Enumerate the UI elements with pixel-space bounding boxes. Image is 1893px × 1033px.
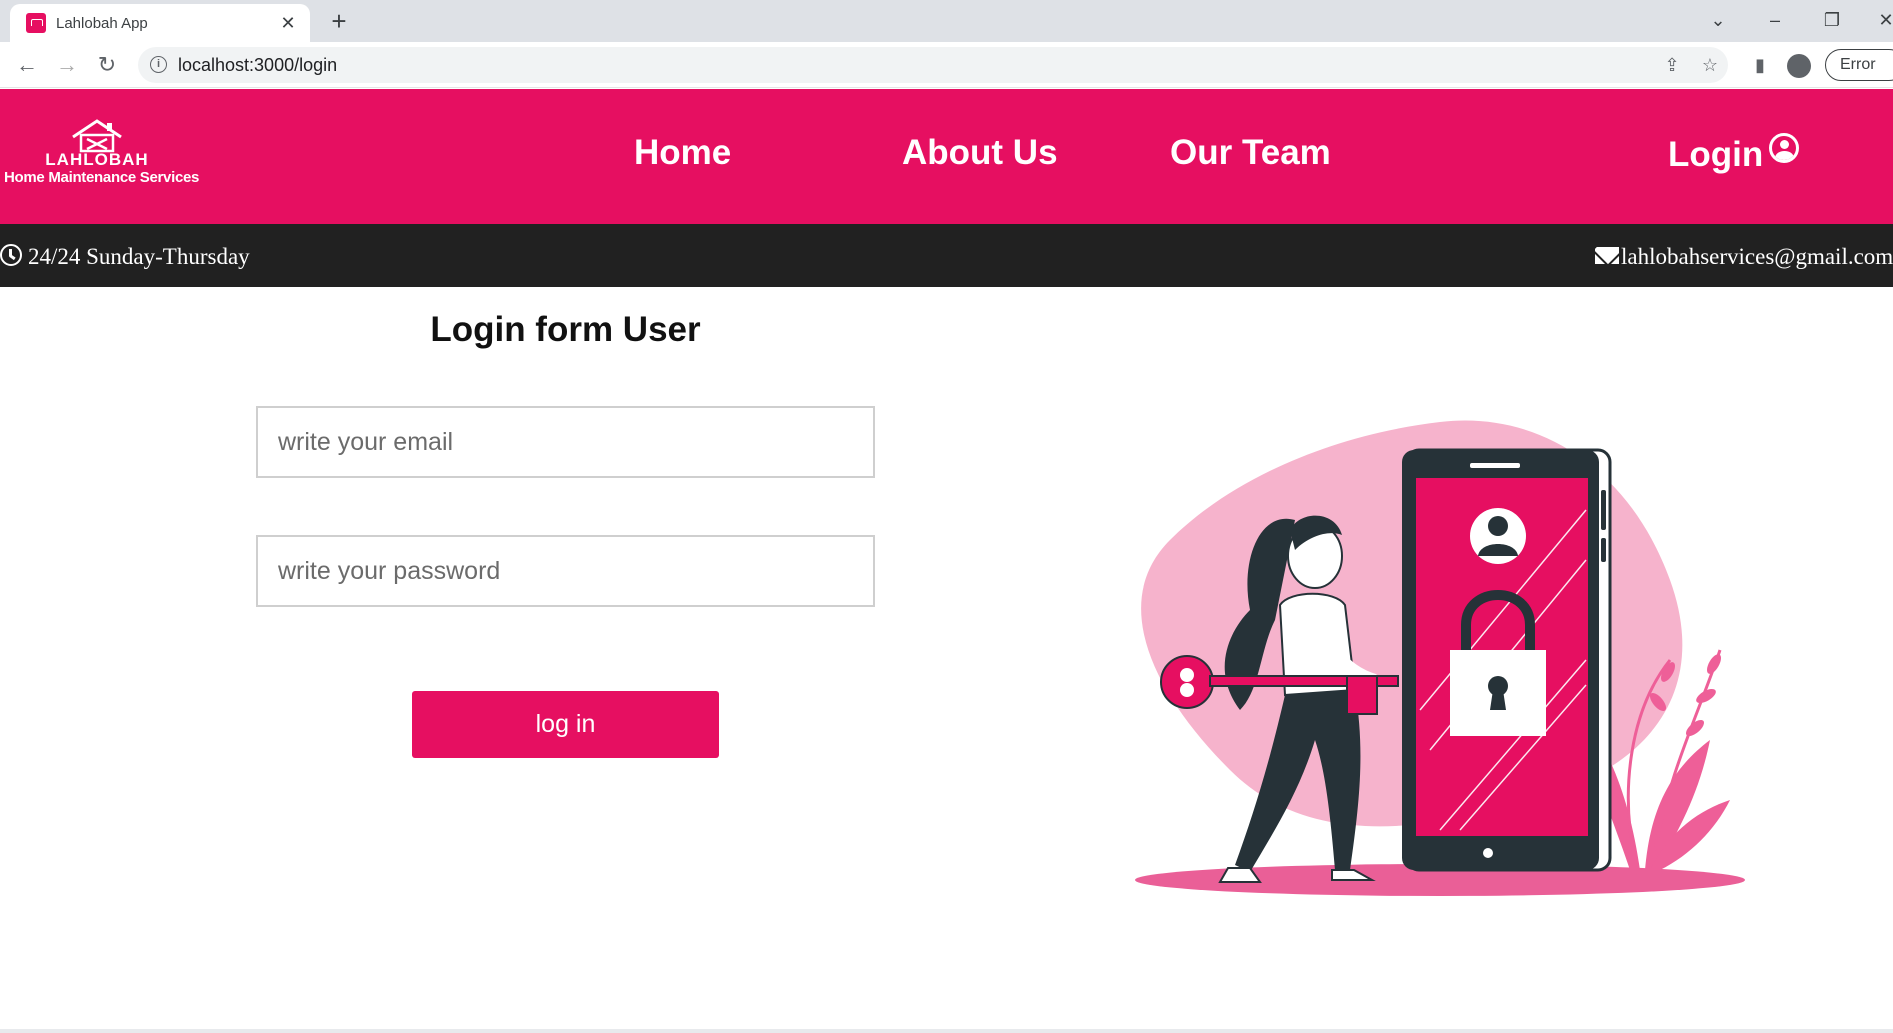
share-icon[interactable]: ⇪ [1660, 53, 1684, 77]
nav-link-about-us[interactable]: About Us [902, 133, 1058, 173]
browser-tab[interactable]: Lahlobah App ✕ [10, 4, 310, 42]
favicon-icon [26, 13, 46, 33]
back-icon[interactable]: ← [12, 50, 42, 80]
house-logo-icon [72, 119, 122, 153]
clock-icon [0, 244, 22, 266]
hours-text: 24/24 Sunday-Thursday [28, 244, 250, 269]
url-text[interactable]: localhost:3000/login [178, 55, 337, 76]
nav-link-home[interactable]: Home [634, 133, 731, 173]
bottom-strip [0, 1029, 1893, 1033]
close-icon[interactable]: ✕ [278, 13, 298, 34]
info-bar: 24/24 Sunday-Thursday lahlobahservices@g… [0, 224, 1893, 287]
nav-link-login[interactable]: Login [1668, 133, 1800, 175]
login-illustration [1135, 420, 1745, 896]
window-close-icon[interactable]: ✕ [1866, 5, 1893, 35]
browser-tabstrip: Lahlobah App ✕ + ⌄ – ❐ ✕ [0, 0, 1893, 42]
email-text: lahlobahservices@gmail.com [1621, 244, 1893, 269]
email-field[interactable] [256, 406, 875, 478]
envelope-icon [1595, 247, 1619, 264]
profile-icon[interactable] [1787, 54, 1811, 78]
logo-tagline: Home Maintenance Services [4, 169, 200, 186]
site-navbar: LAHLOBAH Home Maintenance Services Home … [0, 89, 1893, 224]
password-field[interactable] [256, 535, 875, 607]
nav-link-our-team[interactable]: Our Team [1170, 133, 1331, 173]
minimize-icon[interactable]: – [1755, 5, 1795, 35]
login-button[interactable]: log in [412, 691, 719, 758]
info-icon[interactable]: i [150, 56, 167, 73]
working-hours: 24/24 Sunday-Thursday [0, 244, 250, 270]
reload-icon[interactable]: ↻ [92, 50, 122, 80]
contact-email: lahlobahservices@gmail.com [1595, 244, 1893, 270]
side-panel-icon[interactable]: ▮ [1746, 51, 1774, 79]
login-label: Login [1668, 135, 1764, 174]
logo-name: LAHLOBAH [45, 150, 149, 169]
profile-error-chip[interactable]: Error [1825, 49, 1893, 81]
tab-search-icon[interactable]: ⌄ [1698, 5, 1738, 35]
star-icon[interactable]: ☆ [1698, 53, 1722, 77]
address-bar[interactable]: i localhost:3000/login ⇪ ☆ [138, 47, 1728, 83]
tab-title: Lahlobah App [56, 14, 148, 32]
user-circle-icon [1769, 133, 1800, 163]
restore-icon[interactable]: ❐ [1812, 5, 1852, 35]
form-title: Login form User [430, 310, 701, 349]
phone-icon [1402, 448, 1612, 872]
browser-toolbar: ← → ↻ i localhost:3000/login ⇪ ☆ ▮ Error [0, 42, 1893, 88]
plus-icon[interactable]: + [324, 6, 354, 36]
site-logo[interactable]: LAHLOBAH Home Maintenance Services [4, 117, 200, 197]
forward-icon[interactable]: → [52, 50, 82, 80]
